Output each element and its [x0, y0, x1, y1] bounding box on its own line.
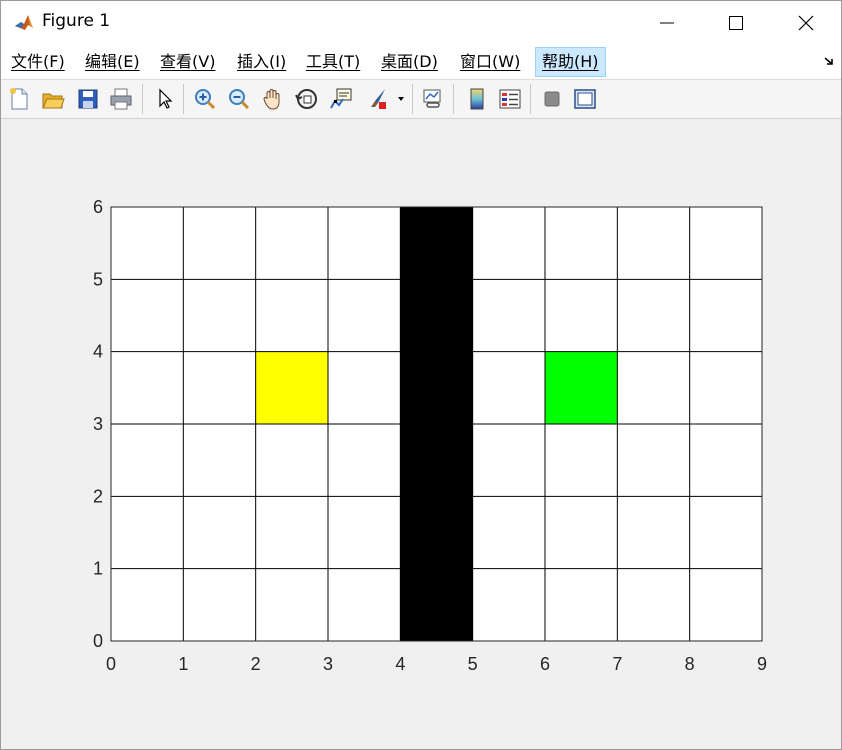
figure-window: Figure 1 文件(F) 编辑(E) 查看(V) 插入(I) 工具(T) 桌… — [0, 0, 842, 750]
link-plot-button[interactable] — [419, 85, 447, 113]
insert-legend-button[interactable] — [496, 85, 524, 113]
toolbar-separator — [453, 84, 454, 114]
axes[interactable]: 0 1 2 3 4 5 6 7 8 9 0 1 2 3 4 5 6 — [93, 197, 767, 674]
data-cursor-icon — [330, 88, 352, 109]
pan-button[interactable] — [259, 85, 287, 113]
menu-file[interactable]: 文件(F) — [9, 48, 67, 76]
rotate-3d-icon — [295, 89, 317, 109]
insert-colorbar-button[interactable] — [463, 85, 491, 113]
hide-plot-tools-icon — [544, 91, 560, 107]
zoom-in-icon — [195, 89, 216, 110]
title-bar: Figure 1 — [1, 1, 841, 45]
y-tick-label: 5 — [93, 269, 103, 289]
pan-icon — [263, 89, 280, 110]
y-tick-label: 3 — [93, 414, 103, 434]
y-tick-label: 2 — [93, 486, 103, 506]
new-figure-icon — [10, 88, 28, 110]
menu-view[interactable]: 查看(V) — [158, 48, 217, 76]
x-tick-label: 1 — [178, 654, 188, 674]
x-tick-label: 9 — [757, 654, 767, 674]
grid-cell — [400, 496, 473, 569]
brush-dropdown-button[interactable] — [395, 85, 407, 113]
x-tick-label: 7 — [612, 654, 622, 674]
menu-bar: 文件(F) 编辑(E) 查看(V) 插入(I) 工具(T) 桌面(D) 窗口(W… — [1, 45, 841, 79]
maximize-icon — [729, 16, 743, 30]
open-file-icon — [42, 93, 65, 109]
edit-plot-icon — [159, 88, 173, 109]
print-icon — [110, 88, 132, 110]
grid-cell — [545, 351, 618, 424]
zoom-in-button[interactable] — [191, 85, 219, 113]
zoom-out-icon — [229, 89, 250, 110]
show-plot-tools-icon — [574, 89, 596, 109]
edit-plot-button[interactable] — [151, 85, 179, 113]
y-tick-label: 4 — [93, 342, 103, 362]
x-tick-label: 4 — [395, 654, 405, 674]
insert-legend-icon — [499, 89, 521, 109]
grid-cell — [400, 424, 473, 497]
show-plot-tools-button[interactable] — [571, 85, 599, 113]
toolbar-separator — [142, 84, 143, 114]
x-tick-label: 3 — [323, 654, 333, 674]
figure-toolbar — [1, 79, 841, 119]
open-file-button[interactable] — [39, 85, 67, 113]
menu-help[interactable]: 帮助(H) — [535, 47, 606, 77]
toolbar-separator — [530, 84, 531, 114]
grid-cell — [400, 351, 473, 424]
link-plot-icon — [423, 89, 441, 108]
chevron-down-icon — [398, 97, 404, 101]
grid-cell — [255, 351, 328, 424]
minimize-button[interactable] — [633, 1, 701, 45]
new-figure-button[interactable] — [5, 85, 33, 113]
close-icon — [798, 15, 814, 31]
hide-plot-tools-button[interactable] — [538, 85, 566, 113]
x-tick-label: 2 — [251, 654, 261, 674]
window-title: Figure 1 — [42, 11, 111, 31]
menu-tools[interactable]: 工具(T) — [304, 48, 362, 76]
y-tick-label: 0 — [93, 631, 103, 651]
y-tick-label: 6 — [93, 197, 103, 217]
save-button[interactable] — [74, 85, 102, 113]
save-icon — [78, 89, 98, 109]
menu-desktop[interactable]: 桌面(D) — [379, 48, 440, 76]
minimize-icon — [660, 22, 674, 24]
grid-cell — [400, 279, 473, 352]
print-button[interactable] — [107, 85, 135, 113]
maximize-button[interactable] — [702, 1, 770, 45]
plot-area[interactable]: 0 1 2 3 4 5 6 7 8 9 0 1 2 3 4 5 6 — [1, 119, 841, 679]
matlab-logo-icon — [13, 12, 35, 34]
x-tick-label: 5 — [468, 654, 478, 674]
zoom-out-button[interactable] — [225, 85, 253, 113]
brush-button[interactable] — [363, 85, 391, 113]
data-cursor-button[interactable] — [327, 85, 355, 113]
y-tick-label: 1 — [93, 559, 103, 579]
x-tick-label: 8 — [685, 654, 695, 674]
brush-icon — [371, 89, 386, 109]
grid-cell — [400, 207, 473, 280]
x-tick-label: 6 — [540, 654, 550, 674]
dock-arrow-icon[interactable] — [823, 55, 835, 67]
insert-colorbar-icon — [470, 88, 484, 110]
menu-insert[interactable]: 插入(I) — [235, 48, 288, 76]
menu-window[interactable]: 窗口(W) — [458, 48, 522, 76]
toolbar-separator — [412, 84, 413, 114]
grid-cell — [400, 568, 473, 641]
close-button[interactable] — [772, 1, 840, 45]
rotate-3d-button[interactable] — [293, 85, 321, 113]
x-tick-label: 0 — [106, 654, 116, 674]
toolbar-separator — [183, 84, 184, 114]
menu-edit[interactable]: 编辑(E) — [83, 48, 142, 76]
